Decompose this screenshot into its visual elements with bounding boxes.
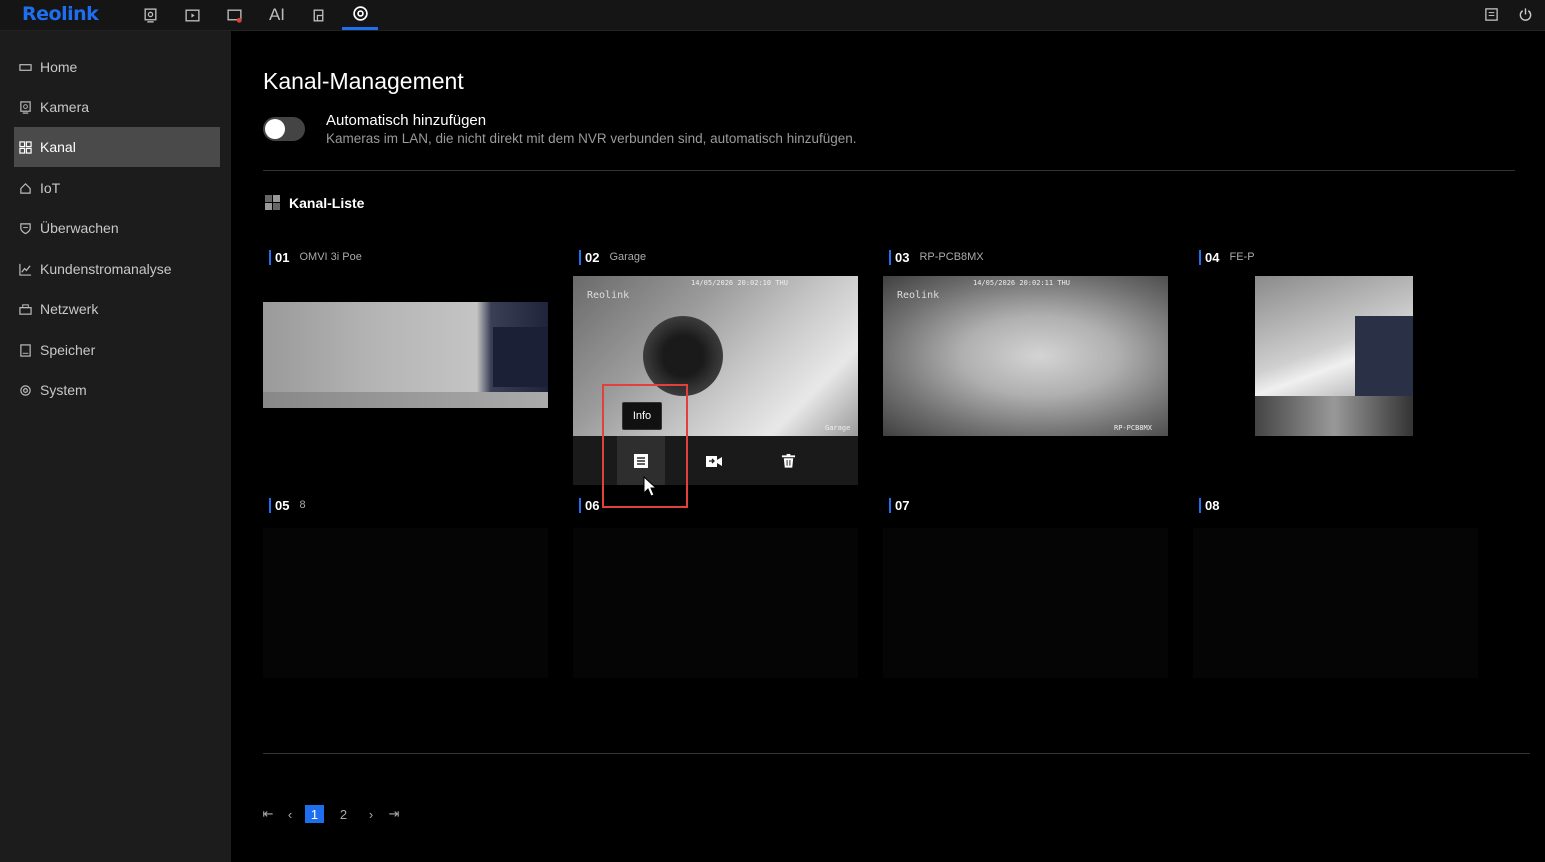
delete-channel-button[interactable]: [764, 436, 812, 485]
toggle-knob: [265, 119, 285, 139]
camera-preview-icon: [143, 7, 157, 23]
sidebar-item-label: Netzwerk: [40, 301, 99, 317]
ai-icon: AI: [268, 5, 286, 24]
house-icon: [20, 182, 31, 194]
channel-label-04: 04 FE-P: [1199, 249, 1255, 265]
notes-button[interactable]: [1481, 4, 1501, 24]
sidebar-item-label: Home: [40, 59, 78, 75]
power-icon: [1519, 7, 1531, 21]
channel-05-empty-slot: [263, 528, 548, 678]
channel-07-empty-slot: [883, 528, 1168, 678]
mouse-cursor-icon: [643, 476, 658, 497]
channel-label-01: 01 OMVI 3i Poe: [269, 249, 362, 265]
nav-playback-button[interactable]: [174, 0, 210, 30]
sidebar-item-ueberwachen[interactable]: Überwachen: [14, 208, 220, 248]
channel-list-title: Kanal-Liste: [289, 195, 365, 211]
sidebar-item-label: Kanal: [40, 139, 76, 155]
channel-list-icon: [265, 195, 280, 210]
sidebar-item-label: Kundenstromanalyse: [40, 261, 172, 277]
sidebar-item-label: IoT: [40, 180, 61, 196]
sidebar-item-kanal[interactable]: Kanal: [14, 127, 220, 167]
reolink-logo: Reolink: [22, 3, 99, 25]
camera-replace-icon: [706, 455, 722, 467]
divider: [263, 170, 1515, 171]
shield-icon: [20, 222, 31, 234]
last-page-button[interactable]: ⇥: [387, 805, 401, 823]
nav-preview-button[interactable]: [132, 0, 168, 30]
sidebar-item-label: System: [40, 382, 87, 398]
power-button[interactable]: [1515, 4, 1535, 24]
prev-page-button[interactable]: ‹: [284, 805, 296, 823]
last-page-icon: ⇥: [388, 806, 400, 821]
network-icon: [19, 303, 32, 315]
osd-timestamp: 14/05/2026 20:02:10 THU: [691, 279, 788, 287]
chevron-left-icon: ‹: [287, 806, 293, 822]
page-title: Kanal-Management: [263, 68, 464, 94]
trash-icon: [781, 453, 795, 468]
channel-label-02: 02 Garage: [579, 249, 646, 265]
storage-icon: [20, 343, 31, 357]
next-page-button[interactable]: ›: [365, 805, 377, 823]
osd-channel-name: Garage: [825, 424, 851, 432]
auto-add-description: Kameras im LAN, die nicht direkt mit dem…: [326, 131, 857, 146]
sidebar-item-label: Kamera: [40, 99, 90, 115]
osd-timestamp: 14/05/2026 20:02:11 THU: [973, 279, 1070, 287]
camera-icon: [20, 100, 31, 114]
divider: [263, 753, 1530, 754]
channel-04-thumbnail[interactable]: [1255, 276, 1413, 436]
first-page-icon: ⇤: [262, 806, 274, 821]
sidebar-item-system[interactable]: System: [14, 370, 220, 410]
channel-01-thumbnail[interactable]: [263, 302, 548, 408]
channel-label-08: 08: [1199, 497, 1229, 513]
channel-06-empty-slot: [573, 528, 858, 678]
osd-logo: Reolink: [897, 290, 940, 301]
auto-add-title: Automatisch hinzufügen: [326, 112, 487, 129]
home-display-icon: [19, 63, 32, 71]
auto-add-toggle[interactable]: [263, 117, 305, 141]
nav-alarm-button[interactable]: [216, 0, 252, 30]
chart-icon: [19, 263, 32, 276]
channel-03-thumbnail[interactable]: Reolink 14/05/2026 20:02:11 THU RP-PCB8M…: [883, 276, 1168, 436]
page-1-button[interactable]: 1: [305, 805, 324, 823]
playback-icon: [184, 8, 200, 22]
nav-ai-button[interactable]: AI: [259, 0, 295, 30]
channel-grid-icon: [19, 140, 32, 154]
sidebar-item-label: Überwachen: [40, 220, 119, 236]
channel-label-03: 03 RP-PCB8MX: [889, 249, 984, 265]
channel-label-07: 07: [889, 497, 919, 513]
gear-icon: [20, 384, 31, 396]
first-page-button[interactable]: ⇤: [261, 805, 275, 823]
channel-label-05: 05 8: [269, 497, 306, 513]
notes-icon: [1484, 7, 1498, 21]
channel-08-empty-slot: [1193, 528, 1478, 678]
osd-logo: Reolink: [587, 290, 630, 301]
sidebar-item-home[interactable]: Home: [14, 47, 220, 87]
page-2-button[interactable]: 2: [334, 805, 353, 823]
sidebar-item-kundenstromanalyse[interactable]: Kundenstromanalyse: [14, 249, 220, 289]
chevron-right-icon: ›: [368, 806, 374, 822]
settings-icon: [352, 6, 368, 21]
nav-settings-button[interactable]: [342, 0, 378, 30]
files-icon: [313, 8, 323, 22]
replace-camera-button[interactable]: [690, 436, 738, 485]
sidebar-item-kamera[interactable]: Kamera: [14, 87, 220, 127]
nav-files-button[interactable]: [300, 0, 336, 30]
sidebar-item-speicher[interactable]: Speicher: [14, 330, 220, 370]
sidebar-item-netzwerk[interactable]: Netzwerk: [14, 289, 220, 329]
osd-channel-name: RP-PCB8MX: [1114, 424, 1152, 432]
alarm-icon: [226, 8, 242, 23]
top-bar: Reolink AI: [0, 0, 1545, 31]
sidebar-item-label: Speicher: [40, 342, 96, 358]
sidebar-item-iot[interactable]: IoT: [14, 168, 220, 208]
